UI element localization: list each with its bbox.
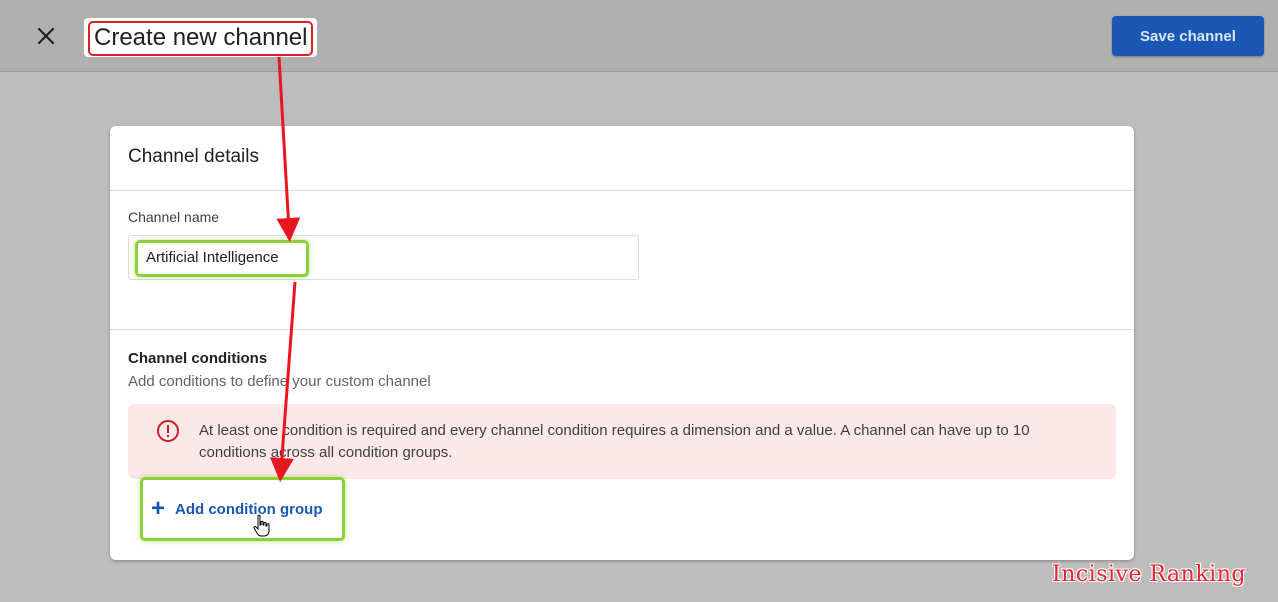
condition-required-alert: At least one condition is required and e… [128,404,1116,479]
close-icon [37,27,55,45]
top-bar: Create new channel Save channel [0,0,1278,72]
page-title-highlight: Create new channel [84,18,318,57]
close-button[interactable] [30,20,62,52]
page-title: Create new channel [88,21,314,56]
channel-conditions-subtitle: Add conditions to define your custom cha… [128,373,431,390]
hand-cursor-icon [253,514,270,537]
channel-name-label: Channel name [128,209,220,225]
error-icon [157,420,179,442]
channel-conditions-heading: Channel conditions [128,350,268,367]
card-header: Channel details [110,126,1134,191]
save-channel-button[interactable]: Save channel [1112,16,1264,56]
plus-icon: + [151,495,166,522]
channel-details-heading: Channel details [128,146,259,167]
channel-name-value: Artificial Intelligence [135,240,309,277]
channel-name-section: Channel name Artificial Intelligence [110,191,1134,330]
channel-details-card: Channel details Channel name Artificial … [110,126,1134,560]
add-condition-group-button[interactable]: + Add condition group [140,477,345,541]
watermark-text: Incisive Ranking [1052,562,1246,587]
add-condition-group-label: Add condition group [175,500,323,518]
channel-name-input[interactable]: Artificial Intelligence [128,235,639,280]
alert-message: At least one condition is required and e… [199,422,1030,461]
